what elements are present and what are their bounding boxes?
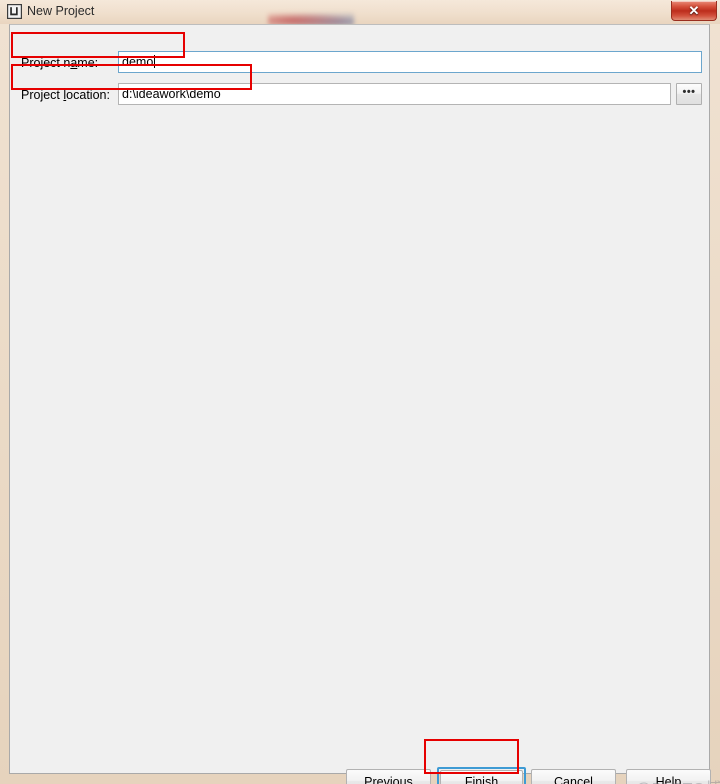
cancel-button[interactable]: Cancel <box>531 769 616 784</box>
project-name-value: demo <box>122 55 154 69</box>
project-name-input[interactable]: demo <box>118 51 702 73</box>
close-icon: ✕ <box>688 3 700 18</box>
previous-button-label-tail: revious <box>372 774 413 784</box>
project-name-label: Project name: <box>21 55 98 71</box>
ellipsis-icon: ••• <box>682 86 696 98</box>
help-button-label: Help <box>655 774 682 784</box>
finish-button[interactable]: Finish <box>440 770 523 784</box>
project-location-label: Project location: <box>21 87 110 103</box>
dialog-content: Project name: demo Project location: d:\… <box>10 25 720 784</box>
project-location-input[interactable]: d:\ideawork\demo <box>118 83 671 105</box>
project-location-label-text: Project <box>21 88 64 102</box>
finish-button-mnemonic: F <box>464 774 473 784</box>
window-title: New Project <box>27 4 95 18</box>
project-name-label-text: Project n <box>21 56 71 70</box>
browse-location-button[interactable]: ••• <box>676 83 702 105</box>
new-project-dialog-window: New Project ✕ Project name: demo Project… <box>0 0 720 784</box>
text-caret <box>154 55 156 68</box>
intellij-idea-icon <box>6 3 23 20</box>
cancel-button-label: Cancel <box>554 774 593 784</box>
dialog-client-area: Project name: demo Project location: d:\… <box>9 24 720 784</box>
project-location-label-tail: ocation: <box>66 88 110 102</box>
help-button[interactable]: Help <box>626 769 711 784</box>
finish-button-label-tail: inish <box>472 774 499 784</box>
previous-button[interactable]: Previous <box>346 769 431 784</box>
previous-button-mnemonic: P <box>364 774 373 784</box>
title-bar[interactable]: New Project ✕ <box>0 0 720 26</box>
close-button[interactable]: ✕ <box>671 1 717 21</box>
project-name-label-tail: me: <box>77 56 99 70</box>
